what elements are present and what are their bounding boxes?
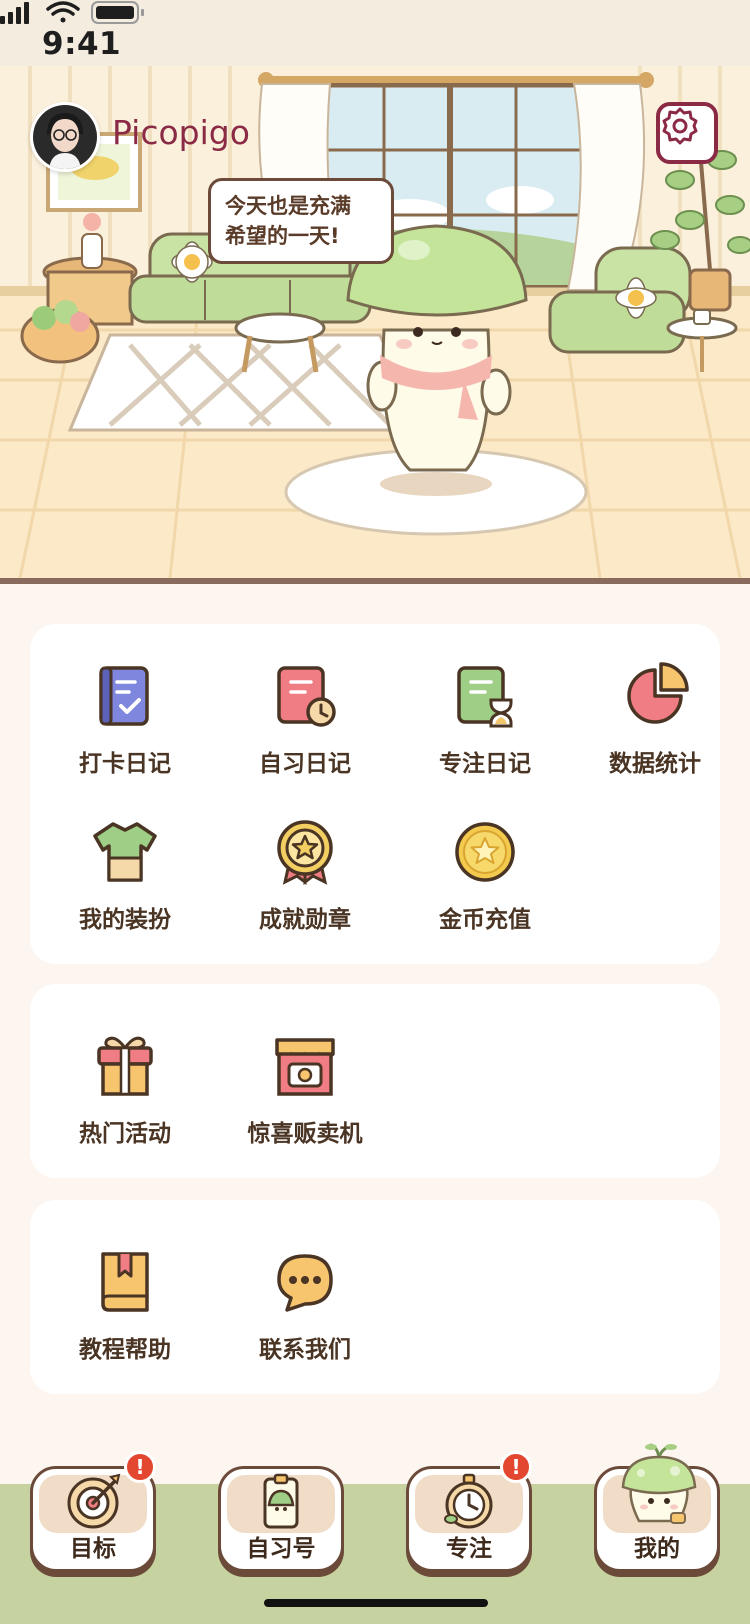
nav-tab-label: 目标	[70, 1536, 116, 1562]
coin-icon	[455, 822, 515, 882]
chat-icon	[277, 1254, 333, 1312]
avatar[interactable]	[30, 102, 100, 172]
menu-item-hot-events[interactable]: 热门活动	[50, 1032, 200, 1148]
menu-item-label: 金币充值	[439, 907, 531, 933]
wifi-icon	[46, 1, 80, 23]
target-icon	[67, 1473, 121, 1529]
menu-item-focus-diary[interactable]: 专注日记	[410, 662, 560, 778]
menu-item-medals[interactable]: 成就勋章	[230, 818, 380, 934]
menu-item-vending-machine[interactable]: 惊喜贩卖机	[230, 1032, 380, 1148]
activities-card: 热门活动 惊喜贩卖机	[30, 984, 720, 1178]
menu-item-label: 教程帮助	[79, 1337, 171, 1363]
signal-icon	[0, 2, 29, 24]
nav-tab-label: 专注	[446, 1536, 492, 1562]
menu-item-coin-recharge[interactable]: 金币充值	[410, 818, 560, 934]
speech-line-1: 今天也是充满	[225, 194, 351, 218]
mushroom-icon	[621, 1443, 697, 1524]
menu-item-label: 成就勋章	[259, 907, 351, 933]
id-badge-icon	[263, 1473, 299, 1529]
nav-tab-study-id[interactable]: 自习号	[218, 1466, 344, 1572]
menu-item-study-diary[interactable]: 自习日记	[230, 662, 380, 778]
username[interactable]: Picopigo	[112, 113, 250, 152]
status-time: 9:41	[42, 26, 122, 62]
menu-item-label: 专注日记	[439, 751, 531, 777]
menu-item-outfit[interactable]: 我的装扮	[50, 818, 200, 934]
menu-item-label: 联系我们	[259, 1337, 351, 1363]
shirt-icon	[93, 822, 157, 882]
nav-tab-label: 我的	[634, 1536, 680, 1562]
status-icons	[0, 1, 144, 24]
pie-chart-icon	[627, 662, 689, 724]
notification-badge: !	[500, 1451, 532, 1483]
nav-tab-label: 自习号	[246, 1536, 316, 1562]
menu-item-label: 打卡日记	[79, 751, 171, 777]
speech-bubble: 今天也是充满 希望的一天!	[208, 178, 394, 264]
status-bar: 9:41	[0, 0, 750, 90]
speech-line-2: 希望的一天!	[225, 224, 340, 248]
home-indicator	[264, 1599, 488, 1607]
help-card: 教程帮助 联系我们	[30, 1200, 720, 1394]
gear-icon	[662, 107, 698, 145]
study-diary-icon	[277, 666, 336, 727]
menu-item-check-diary[interactable]: 打卡日记	[50, 662, 200, 778]
nav-tab-mine[interactable]: 我的	[594, 1443, 720, 1572]
check-diary-icon	[99, 666, 149, 726]
menu-item-label: 热门活动	[79, 1121, 171, 1147]
battery-icon	[91, 1, 144, 24]
gift-icon	[97, 1036, 153, 1096]
focus-diary-icon	[457, 666, 513, 728]
menu-item-contact-us[interactable]: 联系我们	[230, 1248, 380, 1364]
settings-button[interactable]	[656, 102, 718, 164]
menu-item-label: 我的装扮	[79, 907, 171, 933]
menu-item-label: 惊喜贩卖机	[247, 1121, 363, 1147]
stopwatch-icon	[444, 1473, 493, 1529]
menu-item-label: 自习日记	[259, 751, 351, 777]
hero-divider	[0, 578, 750, 584]
menu-item-statistics[interactable]: 数据统计	[580, 662, 730, 778]
book-icon	[101, 1252, 149, 1312]
vending-machine-icon	[275, 1038, 335, 1096]
menu-item-label: 数据统计	[609, 751, 701, 777]
menu-item-tutorial[interactable]: 教程帮助	[50, 1248, 200, 1364]
avatar-image	[33, 105, 97, 169]
hero-room: 9:41 Picopigo 今天也是充满 希望的一天!	[0, 0, 750, 578]
features-card: 打卡日记 自习日记 专注日记 数据统计 我的装扮 成就勋章 金币充值	[30, 624, 720, 964]
medal-icon	[277, 820, 333, 885]
notification-badge: !	[124, 1451, 156, 1483]
